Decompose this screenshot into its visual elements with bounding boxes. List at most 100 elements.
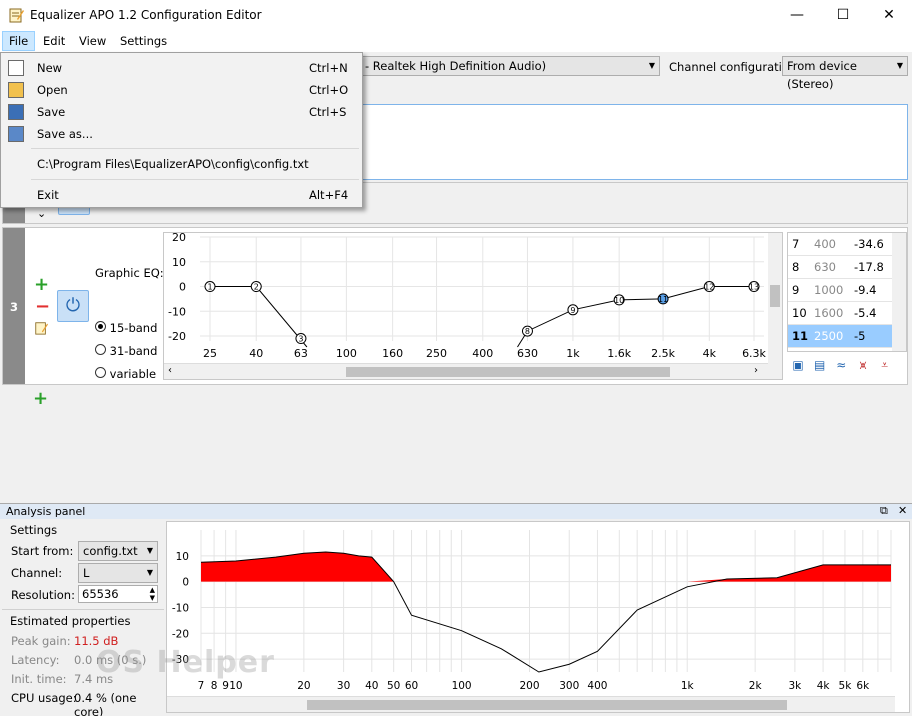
- title-bar: Equalizer APO 1.2 Configuration Editor —…: [0, 0, 912, 30]
- save-as-icon: [8, 126, 24, 142]
- row-index: 11: [792, 329, 809, 343]
- chevron-down-icon: ▼: [896, 61, 903, 70]
- menu-item-recent-file[interactable]: C:\Program Files\EqualizerAPO\config\con…: [1, 153, 362, 175]
- eq-vscrollbar[interactable]: [768, 233, 782, 379]
- menu-item-exit[interactable]: Exit Alt+F4: [1, 184, 362, 206]
- add-filter-icon[interactable]: +: [34, 274, 49, 295]
- table-row[interactable]: 8 630 -17.8: [788, 256, 892, 279]
- radio-dot: [95, 321, 106, 332]
- x-tick-label: 10: [229, 680, 242, 692]
- scroll-right-icon[interactable]: ›: [754, 365, 758, 376]
- analysis-panel-header: Analysis panel ⧉ ✕: [0, 503, 912, 519]
- menu-file[interactable]: File: [2, 31, 36, 51]
- x-tick-label: 8: [211, 680, 218, 692]
- analysis-chart-frame: 7 8 9 10 20 30 40 50 60 100 200 300 400 1k 2k 3k 4k 5k 6k 1…: [166, 521, 910, 713]
- channel-config-select[interactable]: From device (Stereo) ▼: [782, 56, 908, 91]
- open-folder-icon: [8, 82, 24, 98]
- band-table: 7 400 -34.6 8 630 -17.8 9 1000 -9.4 10 1600 -5.4 11 2…: [787, 232, 907, 352]
- radio-label: variable: [109, 367, 157, 381]
- init-time-label: Init. time:: [11, 672, 67, 686]
- peak-gain-label: Peak gain:: [11, 634, 71, 648]
- menu-item-new[interactable]: New Ctrl+N: [1, 57, 362, 79]
- analysis-hscrollbar[interactable]: [167, 696, 895, 712]
- x-tick-label: 3k: [789, 680, 803, 692]
- y-tick-label: 0: [182, 577, 189, 589]
- x-tick-label: 1.6k: [607, 347, 631, 360]
- power-icon[interactable]: ⏻: [57, 290, 89, 322]
- save-as-icon[interactable]: ▤: [811, 358, 829, 374]
- eq-curve-right: [517, 286, 754, 348]
- x-tick-label: 4k: [817, 680, 831, 692]
- menu-item-save-as[interactable]: Save as...: [1, 123, 362, 145]
- menu-item-label: Open: [37, 83, 68, 97]
- x-tick-label: 250: [426, 347, 447, 360]
- cpu-usage-label: CPU usage:: [11, 691, 77, 705]
- eq-point-label: 11: [658, 295, 668, 304]
- minimize-button[interactable]: —: [774, 0, 820, 30]
- channel-config-label: Channel configuration:: [669, 60, 801, 74]
- radio-31-band[interactable]: 31-band: [95, 344, 157, 358]
- spinner-icon[interactable]: ▲ ▼: [150, 586, 155, 602]
- invert-response-icon[interactable]: ≈: [832, 358, 850, 374]
- table-row[interactable]: 11 2500 -5: [788, 325, 892, 348]
- menu-item-label: C:\Program Files\EqualizerAPO\config\con…: [37, 157, 309, 171]
- x-tick-label: 200: [519, 680, 539, 692]
- normalize-icon[interactable]: ⩙: [854, 358, 872, 374]
- x-tick-label: 5k: [839, 680, 853, 692]
- menu-item-open[interactable]: Open Ctrl+O: [1, 79, 362, 101]
- table-row[interactable]: 7 400 -34.6: [788, 233, 892, 256]
- eq-hscrollbar[interactable]: ‹ ›: [164, 363, 768, 379]
- menu-settings[interactable]: Settings: [120, 34, 167, 48]
- x-tick-label: 40: [249, 347, 263, 360]
- row-index: 10: [792, 306, 807, 320]
- start-from-select[interactable]: config.txt ▼: [78, 541, 158, 561]
- resolution-input[interactable]: 65536 ▲ ▼: [78, 585, 158, 603]
- x-tick-label: 7: [198, 680, 205, 692]
- save-disk-icon: [8, 104, 24, 120]
- table-row[interactable]: 10 1600 -5.4: [788, 302, 892, 325]
- analysis-chart[interactable]: 7 8 9 10 20 30 40 50 60 100 200 300 400 1k 2k 3k 4k 5k 6k1…: [167, 522, 909, 694]
- scroll-thumb[interactable]: [770, 285, 780, 307]
- table-vscrollbar[interactable]: [892, 233, 906, 351]
- row-frequency: 630: [814, 260, 836, 274]
- row-frequency: 1000: [814, 283, 844, 297]
- eq-point-label: 8: [525, 327, 530, 336]
- eq-point-label: 3: [298, 335, 303, 344]
- reset-icon[interactable]: ⩡: [876, 358, 894, 374]
- menu-item-shortcut: Alt+F4: [309, 188, 349, 202]
- edit-notepad-icon[interactable]: [34, 321, 48, 335]
- device-select[interactable]: - Realtek High Definition Audio) ▼: [360, 56, 660, 76]
- y-tick-label: -20: [172, 628, 189, 640]
- eq-chart[interactable]: 25 40 63 100 160 250 400 630 1k 1.6k 2.5k 4k 6.3k201…: [164, 231, 782, 363]
- row-index: 8: [792, 260, 800, 274]
- x-tick-label: 1k: [566, 347, 580, 360]
- row-handle[interactable]: 3: [3, 228, 25, 384]
- channel-select[interactable]: L ▼: [78, 563, 158, 583]
- scroll-thumb[interactable]: [307, 700, 787, 710]
- expand-icon[interactable]: ⌄: [37, 207, 46, 220]
- device-select-value: - Realtek High Definition Audio): [365, 59, 547, 73]
- menu-edit[interactable]: Edit: [43, 34, 65, 48]
- menu-item-save[interactable]: Save Ctrl+S: [1, 101, 362, 123]
- scroll-left-icon[interactable]: ‹: [168, 365, 172, 376]
- x-tick-label: 50: [387, 680, 400, 692]
- add-filter-icon[interactable]: +: [33, 388, 48, 409]
- maximize-button[interactable]: ☐: [820, 0, 866, 30]
- menu-view[interactable]: View: [79, 34, 106, 48]
- estimated-title: Estimated properties: [10, 614, 131, 628]
- y-tick-label: -10: [172, 602, 189, 614]
- radio-variable[interactable]: variable: [95, 367, 156, 381]
- x-tick-label: 400: [587, 680, 607, 692]
- scroll-thumb[interactable]: [346, 367, 670, 377]
- save-disk-icon[interactable]: ▣: [789, 358, 807, 374]
- radio-15-band[interactable]: 15-band: [95, 321, 157, 335]
- x-tick-label: 1k: [681, 680, 695, 692]
- table-row[interactable]: 9 1000 -9.4: [788, 279, 892, 302]
- close-button[interactable]: ✕: [866, 0, 912, 30]
- row-gain: -9.4: [854, 283, 877, 297]
- close-icon[interactable]: ✕: [898, 504, 907, 517]
- analysis-panel-title: Analysis panel: [6, 505, 86, 518]
- chevron-down-icon: ▼: [648, 61, 655, 70]
- remove-filter-icon[interactable]: −: [35, 296, 50, 317]
- restore-icon[interactable]: ⧉: [880, 504, 888, 518]
